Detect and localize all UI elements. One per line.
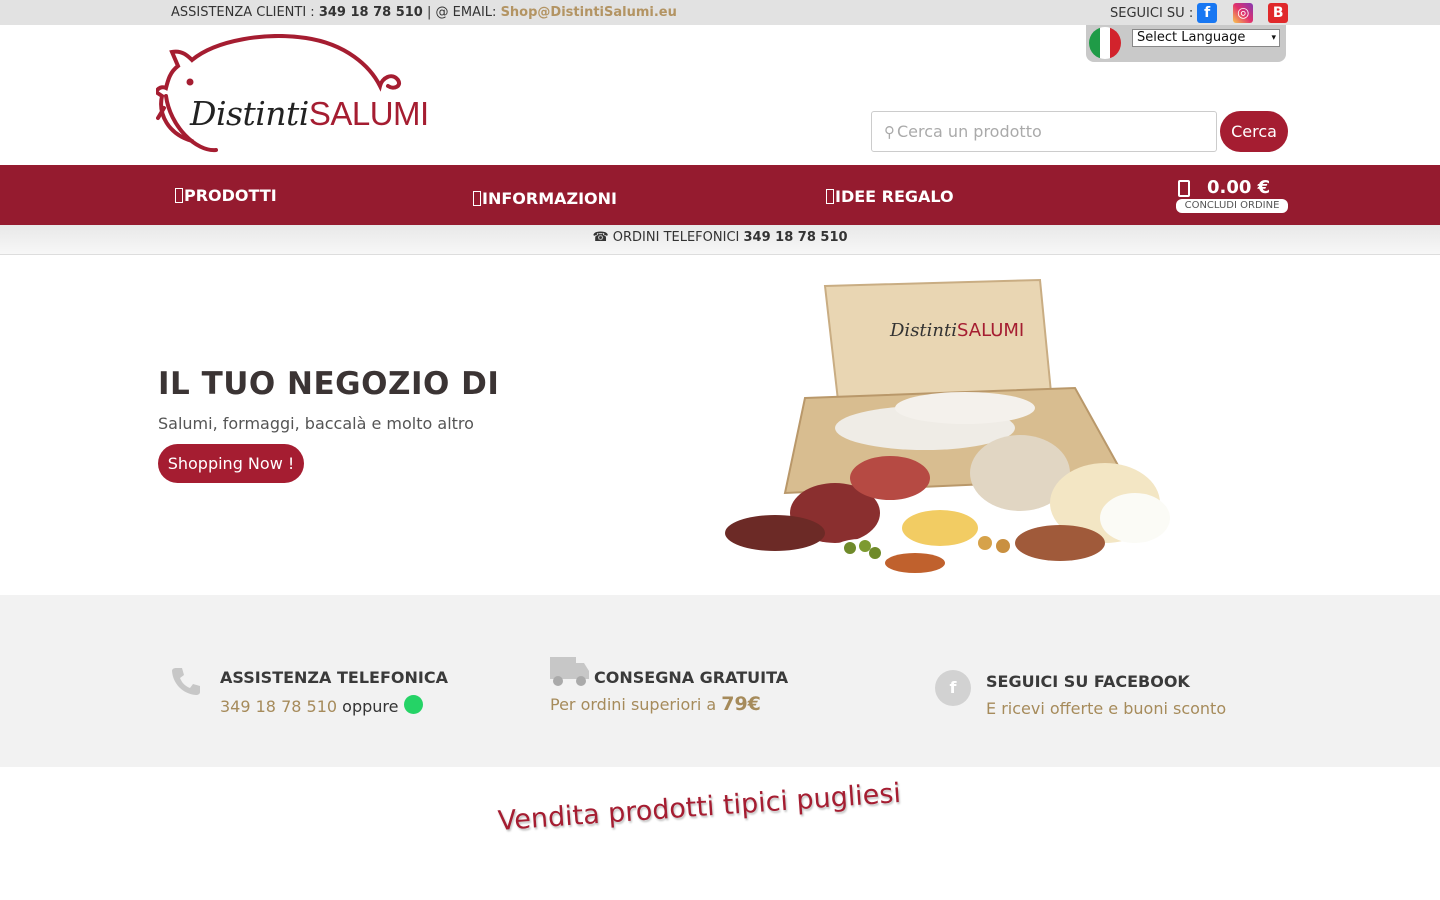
phone-orders-number[interactable]: 349 18 78 510 <box>744 230 848 245</box>
menu-icon <box>175 188 183 203</box>
whatsapp-icon[interactable] <box>404 695 424 714</box>
hero-product-image: DistintiSALUMI <box>715 278 1175 583</box>
top-bar: ASSISTENZA CLIENTI : 349 18 78 510 | @ E… <box>0 0 1440 25</box>
feature-desc: Per ordini superiori a 79€ <box>550 693 788 715</box>
nav-item-label: PRODOTTI <box>184 186 277 205</box>
checkout-button[interactable]: CONCLUDI ORDINE <box>1176 199 1288 213</box>
feature-title: ASSISTENZA TELEFONICA <box>220 668 448 687</box>
nav-item-label: INFORMAZIONI <box>482 189 617 208</box>
follow-label: SEGUICI SU : <box>1110 5 1194 21</box>
cart-amount: 0.00 € <box>1207 177 1271 198</box>
language-select-value: Select Language <box>1137 30 1246 45</box>
box-logo-word2: SALUMI <box>957 320 1025 341</box>
search-icon: ⚲ <box>884 123 895 141</box>
features-band: ASSISTENZA TELEFONICA 349 18 78 510 oppu… <box>0 595 1440 767</box>
nav-item-informazioni[interactable]: INFORMAZIONI <box>473 189 617 208</box>
facebook-icon[interactable]: f <box>1197 3 1218 23</box>
hero-title: IL TUO NEGOZIO DI <box>158 366 500 402</box>
email-label: | @ EMAIL: <box>422 5 501 20</box>
feature-assistenza: ASSISTENZA TELEFONICA 349 18 78 510 oppu… <box>220 668 448 716</box>
search-placeholder: Cerca un prodotto <box>897 122 1042 141</box>
logo-word-salumi: SALUMI <box>308 95 429 132</box>
site-logo[interactable]: DistintiSALUMI <box>153 34 429 154</box>
feature-title: CONSEGNA GRATUITA <box>594 668 789 687</box>
logo-word-distinti: Distinti <box>190 94 309 133</box>
instagram-icon[interactable]: ◎ <box>1233 3 1254 23</box>
box-logo: DistintiSALUMI <box>890 320 1024 341</box>
blogger-icon[interactable]: B <box>1268 3 1289 23</box>
assist-phone[interactable]: 349 18 78 510 <box>319 5 423 20</box>
info-icon <box>473 191 481 206</box>
nav-item-prodotti[interactable]: PRODOTTI <box>175 186 277 205</box>
feature-phone[interactable]: 349 18 78 510 <box>220 697 337 716</box>
nav-item-label: IDEE REGALO <box>835 187 954 206</box>
phone-orders-strip: ☎ ORDINI TELEFONICI 349 18 78 510 <box>0 225 1440 255</box>
search-input[interactable]: ⚲ Cerca un prodotto <box>871 111 1217 152</box>
shopping-now-button[interactable]: Shopping Now ! <box>158 444 304 483</box>
language-select[interactable]: Select Language ▾ <box>1132 29 1280 47</box>
social-links: SEGUICI SU : f ◎ B <box>1110 3 1289 23</box>
email-link[interactable]: Shop@DistintiSalumi.eu <box>501 5 677 20</box>
contact-info: ASSISTENZA CLIENTI : 349 18 78 510 | @ E… <box>158 5 677 20</box>
italy-flag-icon <box>1089 27 1121 59</box>
hero-subtitle: Salumi, formaggi, baccalà e molto altro <box>158 414 474 433</box>
section-heading: Vendita prodotti tipici pugliesi <box>496 777 902 837</box>
feature-consegna: CONSEGNA GRATUITA Per ordini superiori a… <box>550 668 788 715</box>
feature-facebook: SEGUICI SU FACEBOOK E ricevi offerte e b… <box>986 672 1226 718</box>
search-button[interactable]: Cerca <box>1220 111 1288 152</box>
phone-icon <box>170 665 202 701</box>
feature-amount: 79€ <box>721 693 761 715</box>
language-widget: Select Language ▾ <box>1086 25 1286 62</box>
feature-oppure: oppure <box>337 697 399 716</box>
feature-title: SEGUICI SU FACEBOOK <box>986 672 1190 691</box>
feature-desc-text: Per ordini superiori a <box>550 695 722 714</box>
cart-icon <box>1178 180 1190 197</box>
facebook-icon[interactable]: f <box>935 670 971 706</box>
logo-wordmark: DistintiSALUMI <box>190 94 429 133</box>
main-nav: PRODOTTI INFORMAZIONI IDEE REGALO 0.00 €… <box>0 165 1440 225</box>
feature-desc: 349 18 78 510 oppure <box>220 695 448 716</box>
chevron-down-icon: ▾ <box>1271 33 1276 43</box>
box-logo-word1: Distinti <box>890 320 957 341</box>
nav-item-idee-regalo[interactable]: IDEE REGALO <box>826 187 954 206</box>
feature-desc: E ricevi offerte e buoni sconto <box>986 699 1227 718</box>
phone-orders-label: ☎ ORDINI TELEFONICI <box>592 230 744 245</box>
gift-icon <box>826 189 834 204</box>
assist-label: ASSISTENZA CLIENTI : <box>158 5 319 20</box>
